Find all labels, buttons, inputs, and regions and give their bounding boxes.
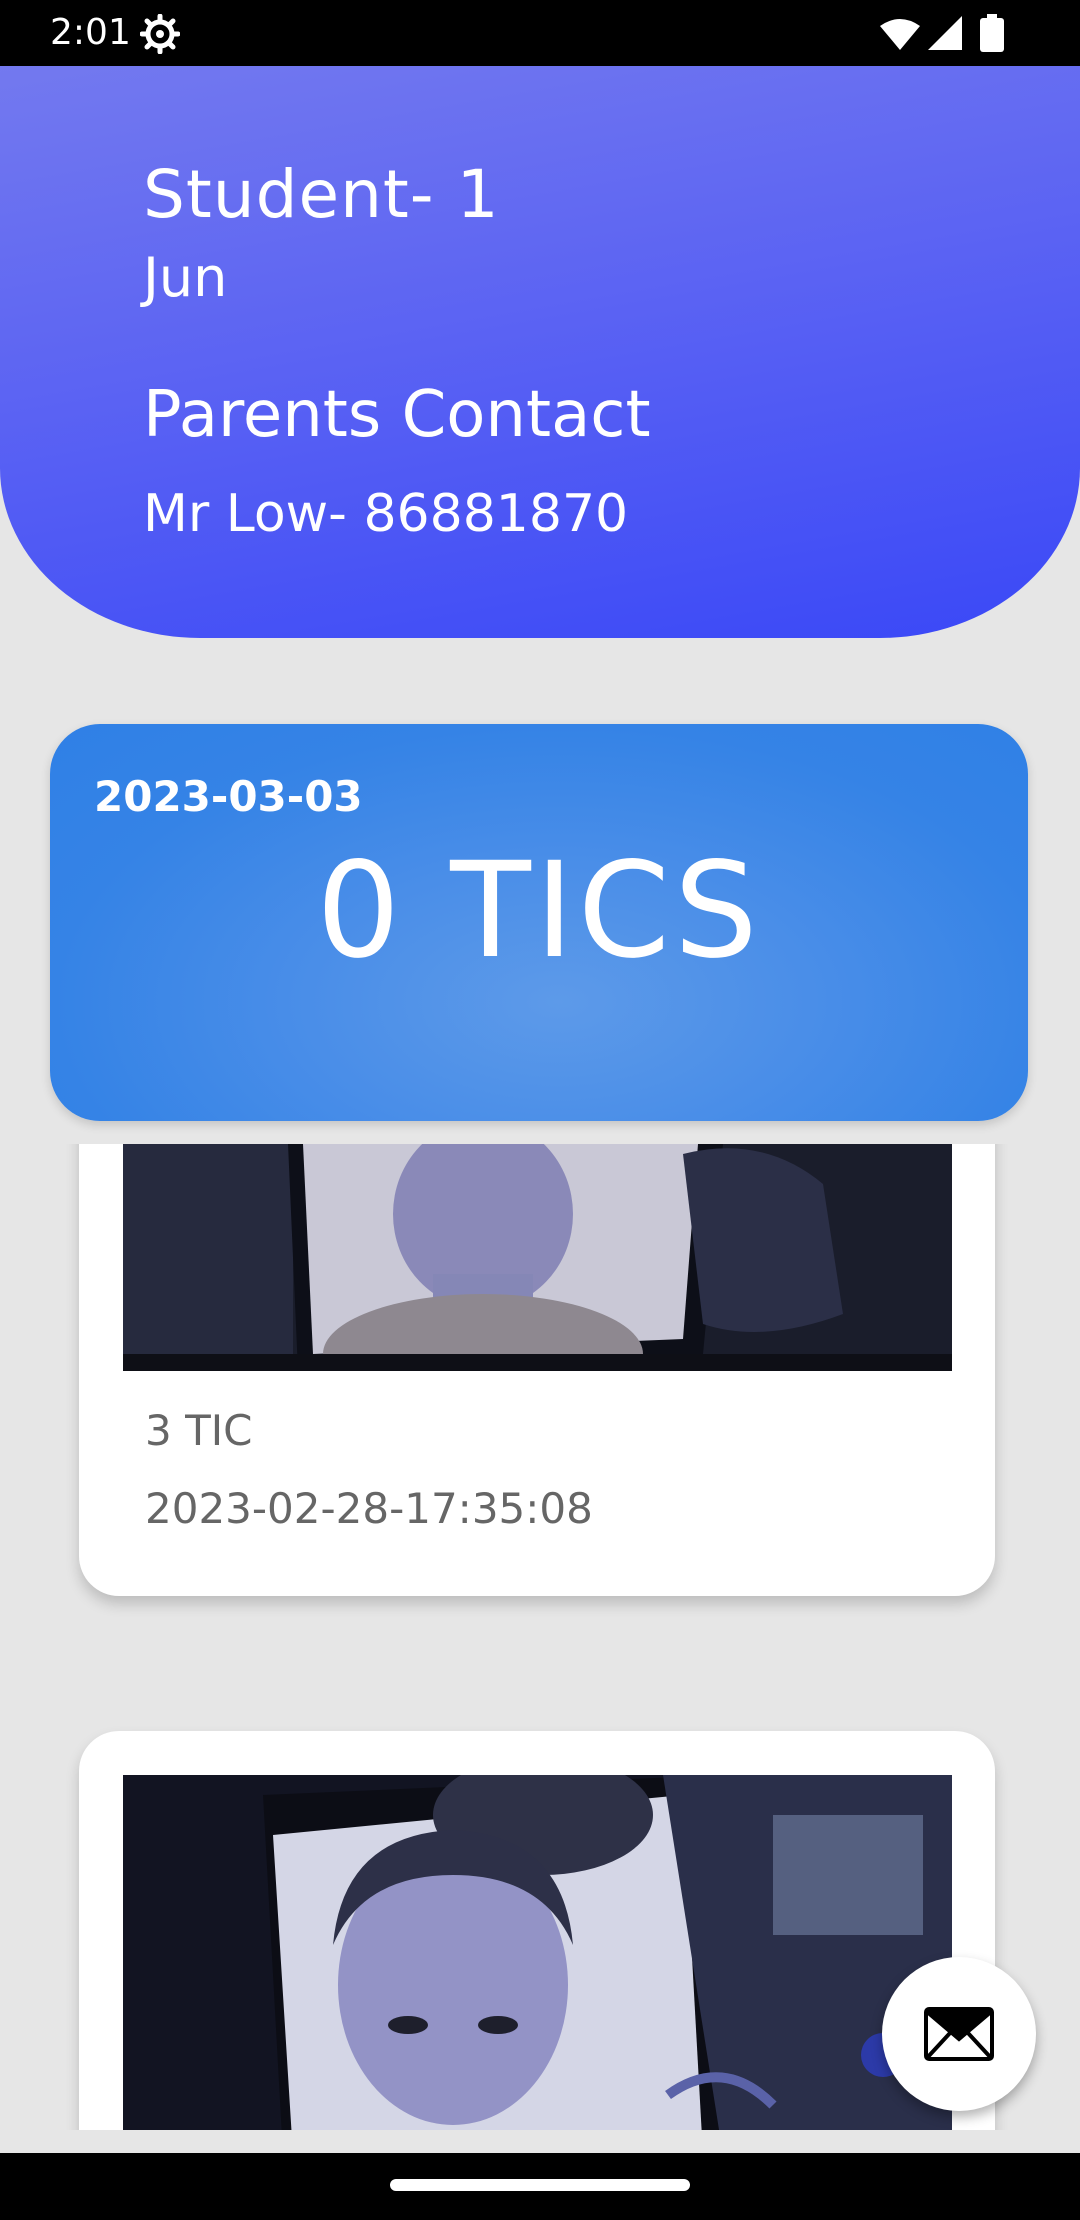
message-fab-button[interactable] — [882, 1957, 1036, 2111]
home-indicator[interactable] — [390, 2179, 690, 2191]
record-photo — [123, 1144, 952, 1371]
parents-contact-title: Parents Contact — [143, 378, 651, 452]
parents-contact-value: Mr Low- 86881870 — [143, 484, 629, 544]
record-tic-count: 3 TIC — [145, 1406, 253, 1455]
tic-summary-card[interactable]: 2023-03-03 0 TICS — [50, 724, 1028, 1121]
record-card[interactable]: 3 TIC 2023-02-28-17:35:08 — [79, 1144, 995, 1596]
system-navigation-bar — [0, 2153, 1080, 2220]
status-bar: 2:01 — [0, 0, 1080, 66]
summary-date: 2023-03-03 — [94, 772, 363, 821]
envelope-icon — [924, 2007, 994, 2061]
record-photo — [123, 1775, 952, 2130]
status-time: 2:01 — [50, 12, 131, 53]
student-header-card: Student- 1 Jun Parents Contact Mr Low- 8… — [0, 66, 1080, 638]
record-card[interactable] — [79, 1731, 995, 2130]
student-name: Jun — [143, 246, 228, 309]
summary-tic-count: 0 TICS — [316, 834, 762, 988]
record-timestamp: 2023-02-28-17:35:08 — [145, 1484, 593, 1533]
battery-icon — [980, 14, 1004, 52]
settings-gear-icon — [139, 13, 181, 55]
student-title: Student- 1 — [143, 156, 500, 233]
wifi-icon — [880, 18, 920, 50]
signal-icon — [928, 16, 962, 50]
